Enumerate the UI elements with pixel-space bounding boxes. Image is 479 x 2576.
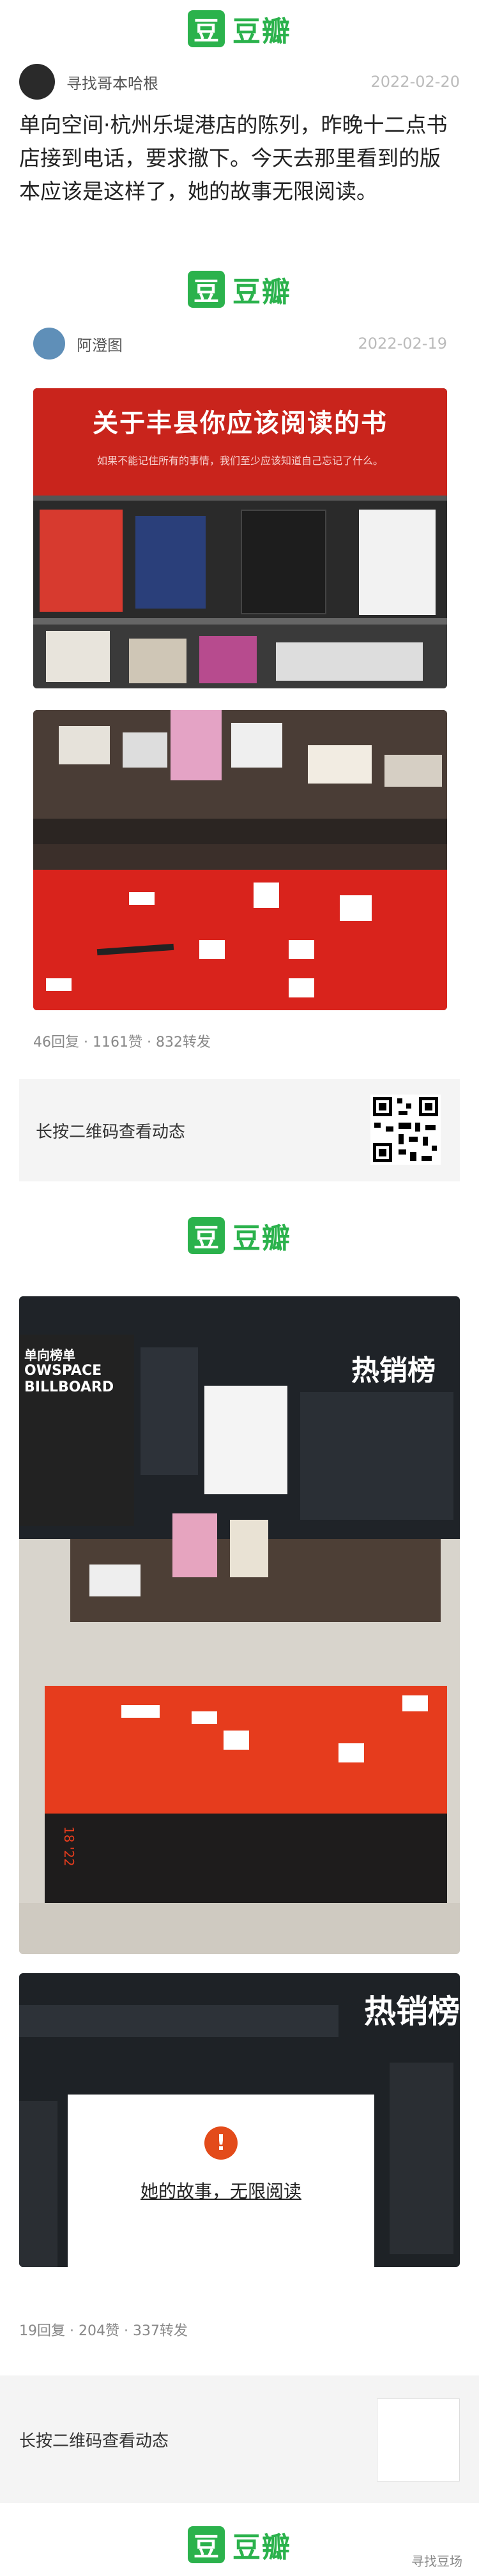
quoted-stats: 46回复 · 1161赞 · 832转发 bbox=[33, 1034, 211, 1050]
book-cover bbox=[359, 510, 436, 615]
douban-logo-mark: 豆 bbox=[188, 271, 225, 308]
douban-logo-text: 豆瓣 bbox=[232, 2531, 291, 2564]
qr-card[interactable]: 长按二维码查看动态 bbox=[19, 1079, 460, 1181]
red-tabletop bbox=[45, 1686, 447, 1814]
douban-logo-mark: 豆 bbox=[188, 2526, 225, 2563]
table-mark: 18 '22 bbox=[61, 1826, 77, 1867]
notice-text: 她的故事，无限阅读 bbox=[140, 2181, 301, 2202]
qr-label: 长按二维码查看动态 bbox=[36, 1123, 186, 1142]
author-name[interactable]: 寻找哥本哈根 bbox=[66, 71, 158, 93]
photo-store-view[interactable]: 单向榜单 OWSPACE BILLBOARD 热销榜 18 '22 bbox=[19, 1296, 460, 1954]
warning-icon: ! bbox=[204, 2126, 238, 2160]
watermark: 寻找豆场 bbox=[411, 2554, 462, 2569]
qr-label: 长按二维码查看动态 bbox=[19, 2432, 169, 2451]
post-date: 2022-02-20 bbox=[370, 73, 460, 91]
douban-logo-text: 豆瓣 bbox=[232, 15, 291, 48]
douban-logo: 豆 豆瓣 bbox=[0, 0, 479, 57]
douban-logo: 豆 豆瓣 bbox=[0, 261, 479, 318]
douban-logo-text: 豆瓣 bbox=[232, 1222, 291, 1255]
notice-sign: ! 她的故事，无限阅读 bbox=[68, 2095, 374, 2267]
post-header: 寻找哥本哈根 2022-02-20 bbox=[19, 63, 460, 101]
store-sign-subtitle: OWSPACE BILLBOARD bbox=[24, 1363, 114, 1395]
store-sign-title: 单向榜单 bbox=[24, 1347, 75, 1363]
photo-notice[interactable]: 热销榜 ! 她的故事，无限阅读 bbox=[19, 1973, 460, 2267]
quoted-header: 阿澄图 2022-02-19 bbox=[33, 326, 447, 361]
banner-title: 关于丰县你应该阅读的书 bbox=[93, 409, 388, 438]
banner-subtitle: 如果不能记住所有的事情，我们至少应该知道自己忘记了什么。 bbox=[96, 455, 383, 467]
douban-logo: 豆 豆瓣 bbox=[0, 1207, 479, 1264]
qr-code[interactable] bbox=[370, 1095, 441, 1165]
douban-logo: 豆 豆瓣 bbox=[0, 2516, 479, 2573]
qr-code[interactable] bbox=[377, 2398, 460, 2481]
book-cover bbox=[135, 516, 206, 609]
book-cover bbox=[241, 510, 326, 614]
bestseller-label: 热销榜 bbox=[351, 1354, 436, 1387]
red-banner: 关于丰县你应该阅读的书 如果不能记住所有的事情，我们至少应该知道自己忘记了什么。 bbox=[33, 388, 447, 496]
qr-card[interactable]: 长按二维码查看动态 bbox=[0, 2375, 479, 2503]
red-tabletop bbox=[33, 870, 447, 1010]
photo-bookshelf[interactable]: 关于丰县你应该阅读的书 如果不能记住所有的事情，我们至少应该知道自己忘记了什么。 bbox=[33, 388, 447, 688]
post-date: 2022-02-19 bbox=[358, 335, 447, 352]
avatar[interactable] bbox=[33, 328, 65, 360]
post-stats: 19回复 · 204赞 · 337转发 bbox=[19, 2323, 188, 2339]
douban-logo-mark: 豆 bbox=[188, 10, 225, 47]
douban-logo-mark: 豆 bbox=[188, 1217, 225, 1254]
douban-logo-text: 豆瓣 bbox=[232, 276, 291, 308]
avatar[interactable] bbox=[19, 64, 55, 100]
photo-display-table[interactable] bbox=[33, 710, 447, 1010]
post-text: 单向空间·杭州乐堤港店的陈列，昨晚十二点书店接到电话，要求撤下。今天去那里看到的… bbox=[19, 112, 448, 204]
book-cover bbox=[40, 510, 123, 612]
author-name[interactable]: 阿澄图 bbox=[77, 333, 123, 355]
bestseller-label: 热销榜 bbox=[364, 1993, 460, 2030]
